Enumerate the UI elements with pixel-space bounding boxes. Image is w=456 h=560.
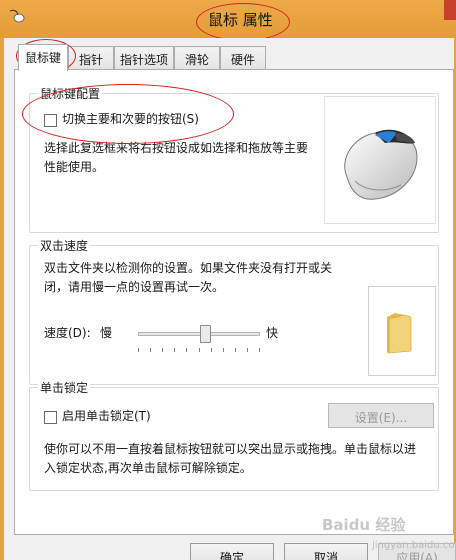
slider-tick [198, 348, 200, 352]
speed-slider-thumb[interactable] [200, 325, 212, 343]
tab-hardware[interactable]: 硬件 [220, 46, 266, 70]
speed-label: 速度(D): [44, 326, 91, 340]
double-click-description-1: 双击文件夹以检测你的设置。如果文件夹没有打开或关 [44, 261, 333, 275]
tab-pointer-options[interactable]: 指针选项 [114, 46, 174, 70]
slider-tick [259, 348, 260, 352]
slow-label: 慢 [100, 326, 113, 340]
slider-tick [162, 348, 164, 352]
slider-tick [150, 348, 152, 352]
click-lock-checkbox[interactable] [44, 411, 57, 424]
swap-buttons-checkbox[interactable] [44, 114, 57, 127]
slider-tick [138, 348, 139, 352]
slider-tick [246, 348, 248, 352]
mouse-preview [324, 96, 436, 224]
click-lock-label[interactable]: 启用单击锁定(T) [62, 407, 151, 426]
tab-label: 硬件 [230, 53, 255, 67]
tab-wheel[interactable]: 滑轮 [174, 46, 220, 70]
tab-buttons[interactable]: 鼠标键 [18, 44, 68, 71]
slider-tick [222, 348, 224, 352]
click-lock-settings-button[interactable]: 设置(E)... [328, 403, 434, 428]
close-button[interactable] [444, 0, 456, 20]
double-click-legend: 双击速度 [38, 237, 91, 254]
fast-label: 快 [266, 326, 279, 340]
speed-slider-track[interactable] [138, 332, 260, 336]
cancel-button[interactable]: 取消 [284, 543, 368, 560]
swap-buttons-label[interactable]: 切换主要和次要的按钮(S) [62, 110, 199, 129]
swap-buttons-description-2: 性能使用。 [44, 160, 105, 174]
tab-panel: 鼠标键配置 切换主要和次要的按钮(S) 选择此复选框来将右按钮设成如选择和拖放等… [14, 69, 454, 535]
baidu-watermark-url: jingyan.baidu.com [372, 540, 456, 551]
slider-tick [174, 348, 176, 352]
click-lock-description-1: 使你可以不用一直按着鼠标按钮就可以突出显示或拖拽。单击鼠标以进 [44, 442, 417, 456]
button-config-group: 鼠标键配置 切换主要和次要的按钮(S) 选择此复选框来将右按钮设成如选择和拖放等… [29, 85, 439, 233]
click-lock-legend: 单击锁定 [38, 379, 91, 396]
double-click-group: 双击速度 双击文件夹以检测你的设置。如果文件夹没有打开或关 闭，请用慢一点的设置… [29, 237, 439, 385]
click-lock-description-2: 入锁定状态,再次单击鼠标可解除锁定。 [44, 461, 252, 475]
button-config-legend: 鼠标键配置 [38, 85, 103, 102]
baidu-watermark: Baidu 经验 [322, 516, 406, 534]
tab-pointers[interactable]: 指针 [68, 46, 114, 70]
tab-label: 滑轮 [184, 53, 209, 67]
folder-test-area[interactable] [368, 286, 436, 376]
mouse-image [344, 129, 418, 200]
slider-tick [234, 348, 236, 352]
click-lock-group: 单击锁定 启用单击锁定(T) 设置(E)... 使你可以不用一直按着鼠标按钮就可… [29, 379, 439, 491]
double-click-description-2: 闭，请用慢一点的设置再试一次。 [44, 280, 225, 294]
tab-label: 指针选项 [119, 53, 168, 67]
slider-tick [186, 348, 188, 352]
tab-label: 鼠标键 [24, 51, 61, 65]
swap-buttons-description-1: 选择此复选框来将右按钮设成如选择和拖放等主要 [44, 141, 309, 155]
window-title: 鼠标 属性 [208, 11, 273, 29]
tab-label: 指针 [78, 53, 103, 67]
title-bar: 鼠标 属性 [0, 0, 456, 38]
folder-icon[interactable] [369, 287, 435, 375]
ok-button[interactable]: 确定 [190, 543, 274, 560]
slider-tick [210, 348, 212, 352]
speed-slider-ticks [138, 348, 260, 353]
mouse-app-icon [9, 9, 25, 23]
